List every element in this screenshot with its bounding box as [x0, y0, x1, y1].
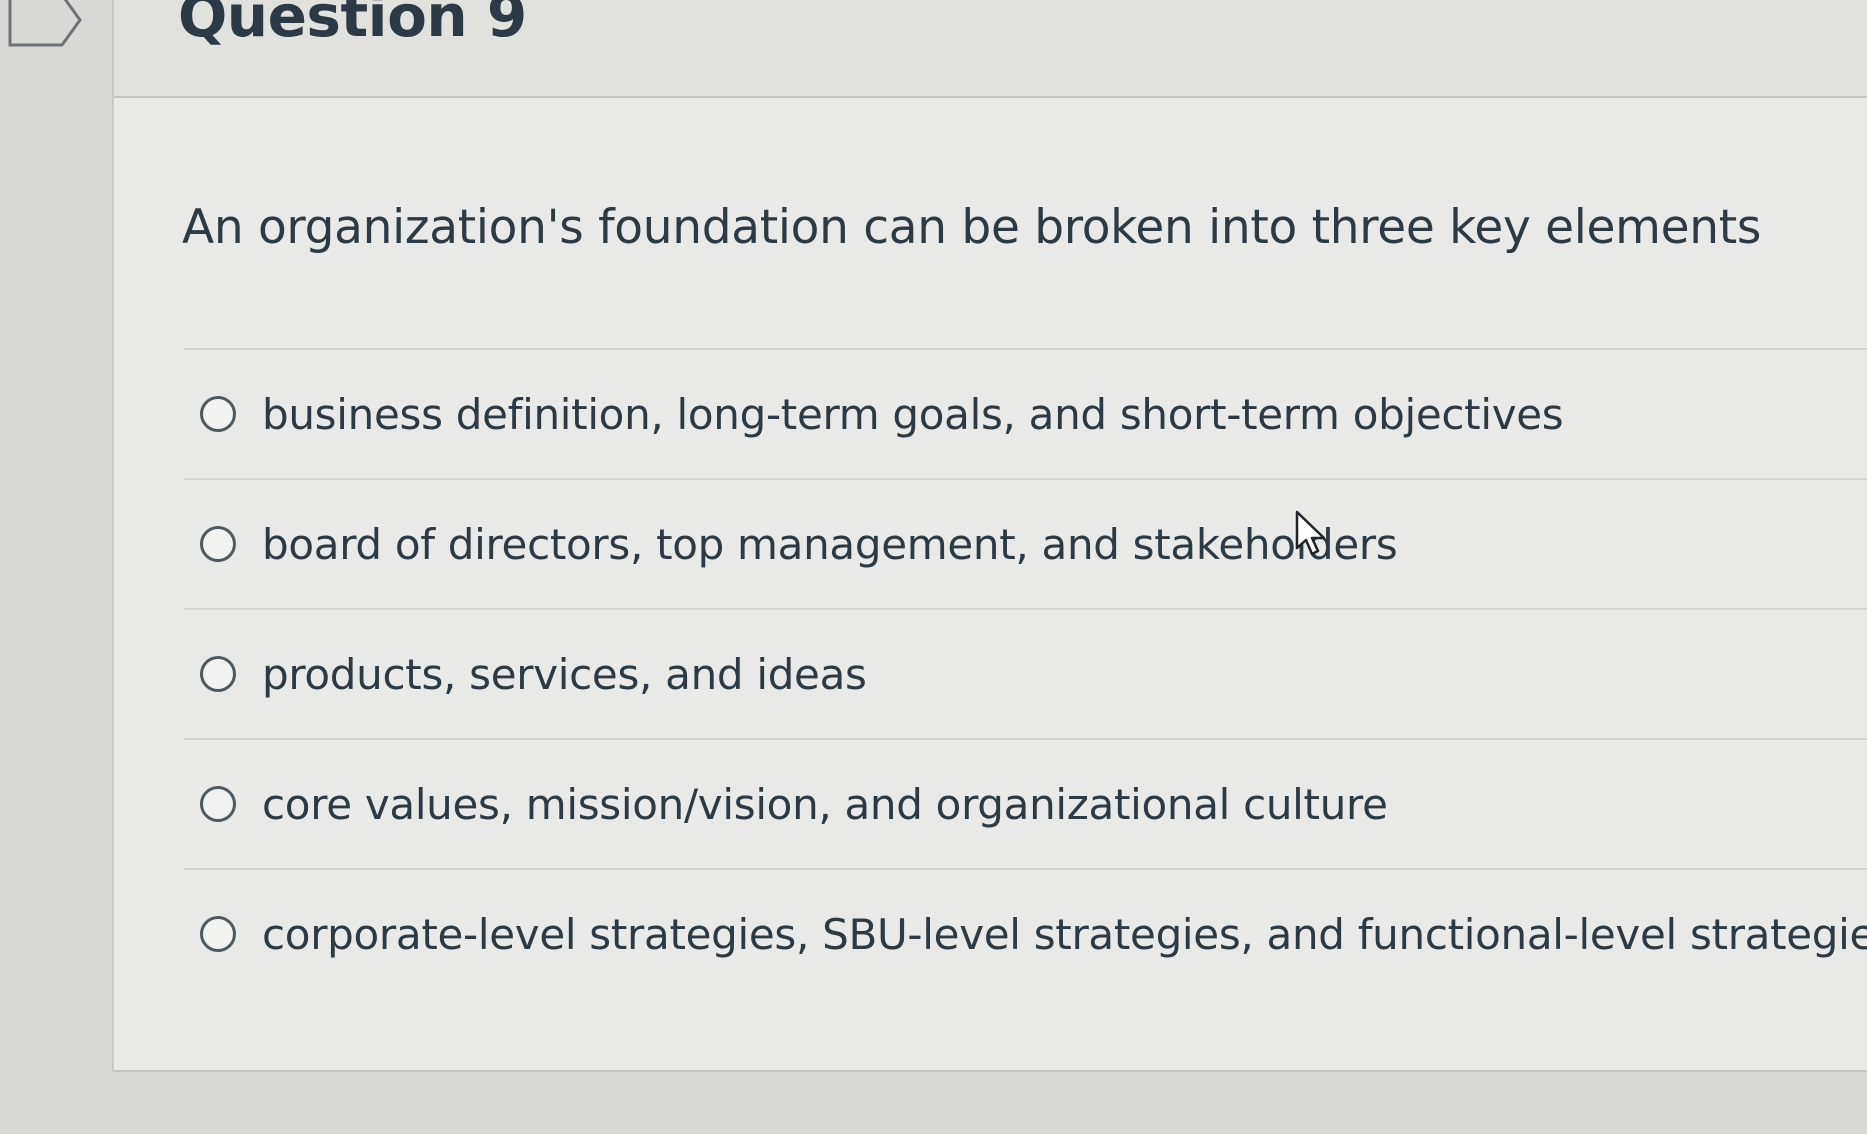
- answer-label[interactable]: corporate-level strategies, SBU-level st…: [262, 910, 1867, 959]
- answer-option-3[interactable]: products, services, and ideas: [184, 610, 1867, 738]
- question-header: Question 9: [112, 0, 1867, 98]
- radio-button[interactable]: [200, 786, 236, 822]
- radio-button[interactable]: [200, 396, 236, 432]
- answer-label[interactable]: core values, mission/vision, and organiz…: [262, 780, 1388, 829]
- radio-button[interactable]: [200, 526, 236, 562]
- answer-option-2[interactable]: board of directors, top management, and …: [184, 480, 1867, 608]
- mouse-pointer-icon: [1295, 510, 1326, 556]
- question-prompt: An organization's foundation can be brok…: [182, 200, 1762, 255]
- flag-question-icon[interactable]: [0, 0, 90, 50]
- answer-option-5[interactable]: corporate-level strategies, SBU-level st…: [184, 870, 1867, 998]
- answer-label[interactable]: board of directors, top management, and …: [262, 520, 1398, 569]
- question-title: Question 9: [178, 0, 527, 50]
- radio-button[interactable]: [200, 656, 236, 692]
- answer-option-1[interactable]: business definition, long-term goals, an…: [184, 350, 1867, 478]
- answer-option-4[interactable]: core values, mission/vision, and organiz…: [184, 740, 1867, 868]
- answer-list: business definition, long-term goals, an…: [184, 348, 1867, 998]
- radio-button[interactable]: [200, 916, 236, 952]
- answer-label[interactable]: business definition, long-term goals, an…: [262, 390, 1564, 439]
- question-card: An organization's foundation can be brok…: [112, 98, 1867, 1072]
- answer-label[interactable]: products, services, and ideas: [262, 650, 867, 699]
